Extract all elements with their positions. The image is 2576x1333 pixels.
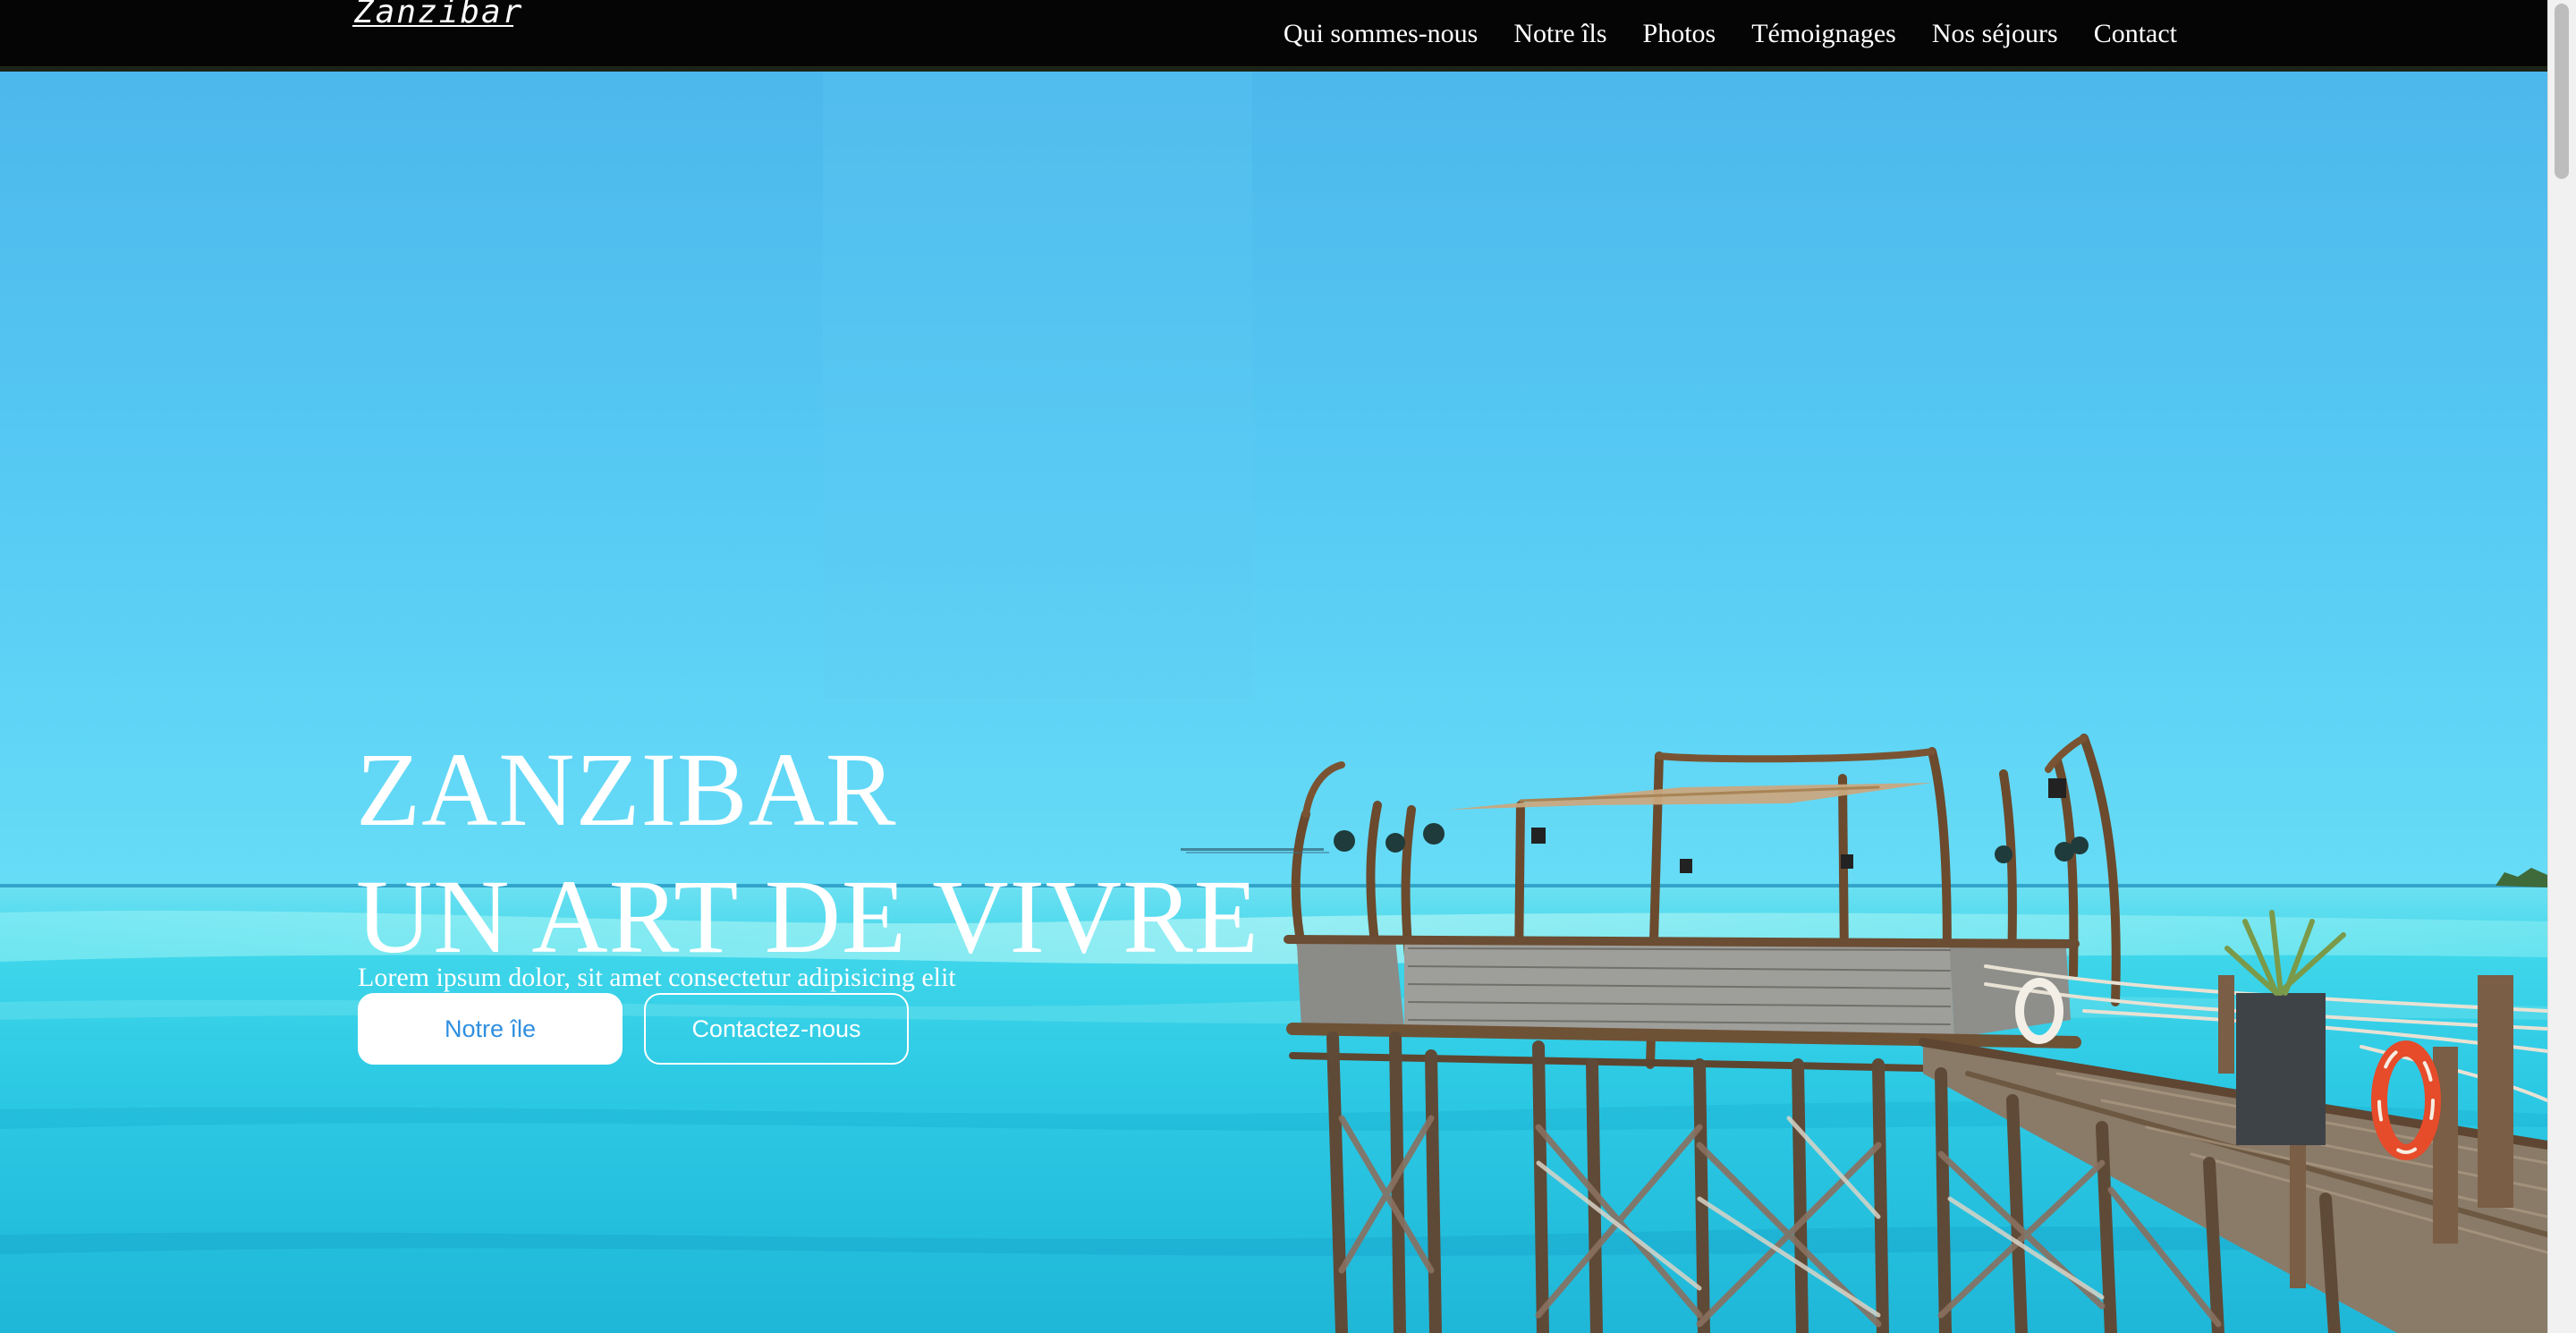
main-nav: Qui sommes-nous Notre îls Photos Témoign… bbox=[1284, 16, 2177, 52]
notre-ile-button[interactable]: Notre île bbox=[358, 993, 623, 1065]
nav-item-notre-ile[interactable]: Notre îls bbox=[1513, 16, 1606, 52]
page-scrollbar-thumb[interactable] bbox=[2555, 4, 2569, 179]
contactez-nous-button[interactable]: Contactez-nous bbox=[644, 993, 909, 1065]
nav-item-temoignages[interactable]: Témoignages bbox=[1751, 16, 1896, 52]
hero-subtitle: Lorem ipsum dolor, sit amet consectetur … bbox=[358, 963, 956, 992]
nav-item-contact[interactable]: Contact bbox=[2094, 16, 2177, 52]
hero-title-line-1: ZANZIBAR bbox=[356, 731, 897, 848]
hero-section bbox=[0, 0, 2547, 1333]
nav-item-photos[interactable]: Photos bbox=[1643, 16, 1716, 52]
hero-background-image bbox=[0, 0, 2547, 1333]
top-navbar: Zanzibar Qui sommes-nous Notre îls Photo… bbox=[0, 0, 2547, 72]
logo-underline bbox=[352, 25, 513, 27]
nav-item-nos-sejours[interactable]: Nos séjours bbox=[1932, 16, 2058, 52]
page-scrollbar-track[interactable] bbox=[2547, 0, 2576, 1333]
hero-title: ZANZIBAR UN ART DE VIVRE bbox=[356, 726, 1259, 981]
nav-item-qui-sommes-nous[interactable]: Qui sommes-nous bbox=[1284, 16, 1479, 52]
site-logo[interactable]: Zanzibar bbox=[354, 0, 523, 32]
